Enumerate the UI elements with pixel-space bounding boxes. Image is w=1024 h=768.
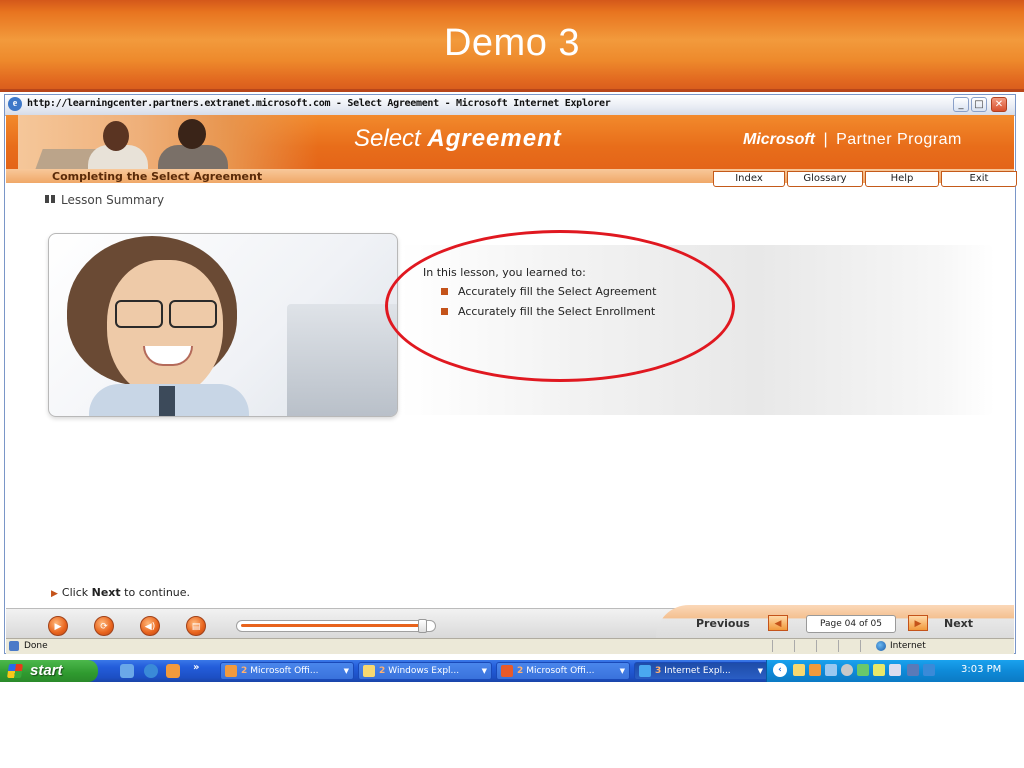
network-icon[interactable] [825,664,837,676]
audio-button[interactable]: ◀) [140,616,160,636]
outlook-icon[interactable] [809,664,821,676]
ie-logo-icon: e [8,97,22,111]
replay-button[interactable]: ⟳ [94,616,114,636]
folder-icon [363,665,375,677]
outlook-quicklaunch-icon[interactable] [166,664,180,678]
partner-program-text: Partner Program [836,131,962,148]
nav-help[interactable]: Help [865,171,939,187]
status-text: Done [24,641,48,651]
microsoft-wordmark: Microsoft [743,131,815,148]
previous-label[interactable]: Previous [696,617,750,630]
mail-icon[interactable] [793,664,805,676]
browser-titlebar[interactable]: e http://learningcenter.partners.extrane… [5,95,1015,116]
task-button[interactable]: 2 Windows Expl... ▼ [358,662,492,680]
browser-title: http://learningcenter.partners.extranet.… [27,98,611,109]
lesson-heading: Lesson Summary [45,193,164,207]
play-button[interactable]: ▶ [48,616,68,636]
continue-bold: Next [91,586,121,599]
dropdown-arrow-icon: ▼ [481,667,487,675]
task-label: Microsoft Offi... [250,666,319,676]
nav-exit[interactable]: Exit [941,171,1017,187]
show-desktop-icon[interactable] [120,664,134,678]
display-icon[interactable] [923,664,935,676]
progress-thumb[interactable] [417,619,427,633]
slide-title: Demo 3 [443,22,581,64]
dropdown-arrow-icon: ▼ [343,667,349,675]
player-bar: ▶ ⟳ ◀) ▤ Previous ◀ Page 04 of 05 ▶ Next [6,605,1014,639]
start-label: start [30,662,63,679]
system-tray: ‹ 3:03 PM [766,660,1024,682]
task-count: 2 [517,666,524,676]
course-title: Select Agreement [354,125,562,153]
nav-glossary[interactable]: Glossary [787,171,863,187]
course-title-light: Select [354,125,421,152]
task-label: Microsoft Offi... [526,666,595,676]
quicklaunch-chevron[interactable]: » [193,662,199,673]
sync-icon[interactable] [841,664,853,676]
task-count: 2 [241,666,248,676]
brand-separator: | [823,131,828,148]
slide-banner: Demo 3 [0,0,1024,92]
next-arrow-button[interactable]: ▶ [908,615,928,631]
play-arrow-icon: ▶ [51,589,58,599]
task-count: 2 [379,666,386,676]
task-label: Windows Expl... [388,666,460,676]
start-button[interactable]: start [0,660,98,682]
annotation-ellipse [385,230,735,382]
progress-fill [241,624,422,627]
lesson-heading-text: Lesson Summary [61,193,165,207]
office-icon [225,665,237,677]
nav-index[interactable]: Index [713,171,785,187]
ie-icon [639,665,651,677]
dropdown-arrow-icon: ▼ [619,667,625,675]
windows-logo-icon [7,664,23,678]
dropdown-arrow-icon: ▼ [757,667,763,675]
maximize-button[interactable]: □ [971,97,987,112]
grid-icon [45,195,55,203]
volume-icon[interactable] [889,664,901,676]
progress-slider[interactable] [236,619,436,633]
notes-button[interactable]: ▤ [186,616,206,636]
browser-statusbar: Done Internet [6,638,1014,654]
page-indicator: Page 04 of 05 [806,615,896,633]
minimize-button[interactable]: _ [953,97,969,112]
tray-expand-icon[interactable]: ‹ [773,663,787,677]
next-label[interactable]: Next [944,617,973,630]
internet-zone-icon [876,641,886,651]
taskbar: start » 2 Microsoft Offi... ▼ 2 Windows Exp… [0,660,1024,682]
continue-post: to continue. [124,586,191,599]
course-title-bold: Agreement [427,125,562,152]
task-label: Internet Expl... [664,666,731,676]
presenter-photo [48,233,398,417]
previous-arrow-button[interactable]: ◀ [768,615,788,631]
task-button[interactable]: 2 Microsoft Offi... ▼ [496,662,630,680]
page-icon [9,641,19,651]
continue-pre: Click [61,586,89,599]
security-zone: Internet [890,641,926,651]
browser-window: e http://learningcenter.partners.extrane… [4,94,1019,654]
messenger-icon[interactable] [857,664,869,676]
continue-instruction: ▶ Click Next to continue. [51,586,190,599]
computer-icon[interactable] [907,664,919,676]
task-count: 3 [655,666,662,676]
ie-quicklaunch-icon[interactable] [144,664,158,678]
powerpoint-icon [501,665,513,677]
section-title: Completing the Select Agreement [52,170,263,183]
partner-program-logo: Microsoft | Partner Program [743,131,962,149]
task-button[interactable]: 2 Microsoft Offi... ▼ [220,662,354,680]
security-icon[interactable] [873,664,885,676]
task-button[interactable]: 3 Internet Expl... ▼ [634,662,768,680]
course-nav: Index Glossary Help Exit [713,171,1019,187]
clock: 3:03 PM [961,664,1002,675]
close-button[interactable]: ✕ [991,97,1007,112]
